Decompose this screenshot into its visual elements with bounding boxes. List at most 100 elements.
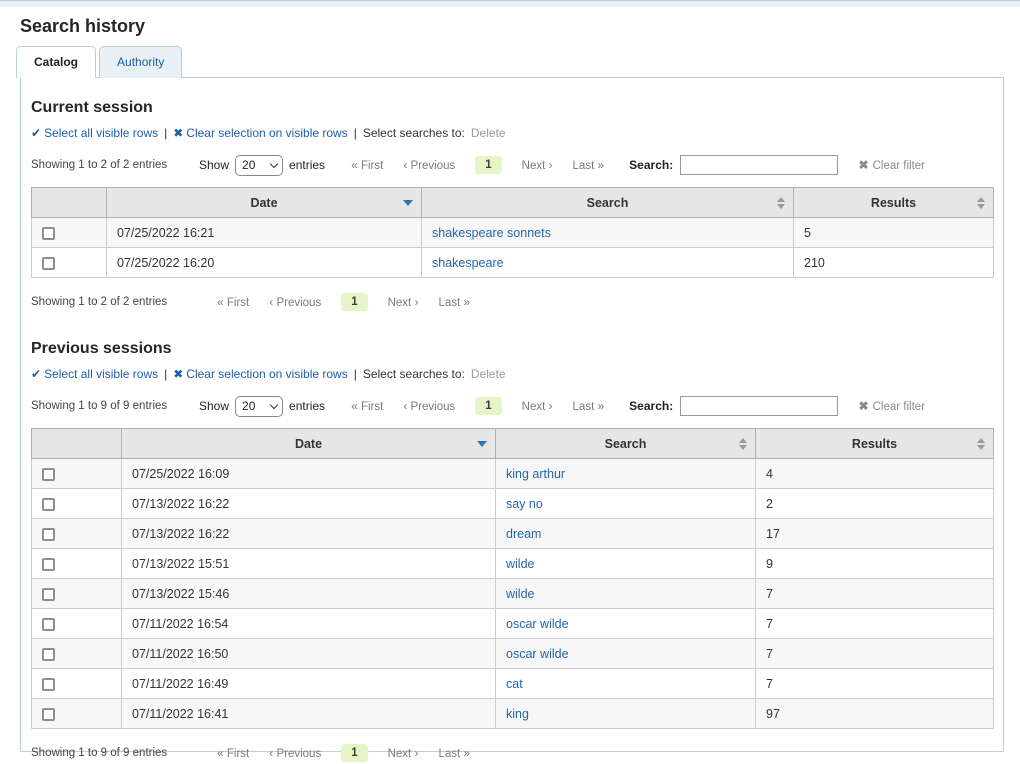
last-chevron-icon: » (597, 158, 604, 172)
row-checkbox-cell (32, 519, 122, 549)
row-date: 07/11/2022 16:54 (122, 609, 496, 639)
search-column-header[interactable]: Search (496, 429, 756, 459)
row-search-link[interactable]: wilde (506, 557, 535, 571)
pagination-next[interactable]: Next › (522, 158, 553, 172)
row-date: 07/13/2022 15:51 (122, 549, 496, 579)
row-search-link[interactable]: say no (506, 497, 543, 511)
row-search-link[interactable]: cat (506, 677, 523, 691)
pagination-page-1[interactable]: 1 (341, 744, 367, 762)
entries-info: Showing 1 to 2 of 2 entries (31, 296, 181, 308)
pagination-page-1[interactable]: 1 (341, 293, 367, 311)
pagination-previous[interactable]: ‹ Previous (403, 399, 455, 413)
row-date: 07/13/2022 15:46 (122, 579, 496, 609)
clear-selection-link[interactable]: ✖Clear selection on visible rows (173, 367, 347, 381)
last-label: Last (573, 401, 595, 413)
pagination-previous[interactable]: ‹ Previous (403, 158, 455, 172)
results-column-header[interactable]: Results (794, 188, 994, 218)
pagination-last[interactable]: Last » (438, 746, 470, 760)
row-search-link[interactable]: king (506, 707, 529, 721)
delete-button[interactable]: Delete (471, 126, 506, 140)
row-checkbox-cell (32, 609, 122, 639)
row-search-link[interactable]: wilde (506, 587, 535, 601)
page-size-select[interactable]: 20 (235, 396, 283, 417)
first-label: First (361, 401, 383, 413)
pagination-page-1[interactable]: 1 (475, 156, 501, 174)
clear-filter-button[interactable]: ✖Clear filter (859, 158, 925, 172)
pagination-next[interactable]: Next › (388, 295, 419, 309)
delete-button[interactable]: Delete (471, 367, 506, 381)
next-label: Next (388, 748, 412, 760)
bulk-actions: ✔Select all visible rows | ✖Clear select… (31, 367, 991, 381)
row-date: 07/25/2022 16:20 (107, 248, 422, 278)
pagination-page-1[interactable]: 1 (475, 397, 501, 415)
row-search-link[interactable]: shakespeare sonnets (432, 226, 551, 240)
clear-selection-link[interactable]: ✖Clear selection on visible rows (173, 126, 347, 140)
first-label: First (361, 160, 383, 172)
row-search-link[interactable]: oscar wilde (506, 617, 569, 631)
select-all-label: Select all visible rows (44, 126, 158, 140)
select-all-link[interactable]: ✔Select all visible rows (31, 126, 158, 140)
pagination-last[interactable]: Last » (438, 295, 470, 309)
tab-authority[interactable]: Authority (99, 46, 182, 78)
row-checkbox[interactable] (42, 648, 55, 661)
date-column-header[interactable]: Date (107, 188, 422, 218)
pagination-previous[interactable]: ‹ Previous (269, 295, 321, 309)
pagination-first[interactable]: « First (351, 158, 383, 172)
clear-filter-button[interactable]: ✖Clear filter (859, 399, 925, 413)
row-checkbox[interactable] (42, 678, 55, 691)
pagination-last[interactable]: Last » (573, 399, 605, 413)
last-chevron-icon: » (597, 399, 604, 413)
table-row: 07/25/2022 16:09 king arthur 4 (32, 459, 994, 489)
row-search-link[interactable]: shakespeare (432, 256, 504, 270)
select-all-link[interactable]: ✔Select all visible rows (31, 367, 158, 381)
row-search-link[interactable]: dream (506, 527, 541, 541)
first-chevron-icon: « (351, 399, 358, 413)
row-checkbox[interactable] (42, 618, 55, 631)
row-checkbox[interactable] (42, 257, 55, 270)
last-chevron-icon: » (463, 295, 470, 309)
row-checkbox-cell (32, 489, 122, 519)
first-label: First (227, 297, 249, 309)
results-column-header[interactable]: Results (756, 429, 994, 459)
clear-selection-label: Clear selection on visible rows (186, 367, 347, 381)
search-input[interactable] (680, 396, 838, 416)
pagination-first[interactable]: « First (351, 399, 383, 413)
row-checkbox[interactable] (42, 588, 55, 601)
row-search-cell: dream (496, 519, 756, 549)
date-column-header[interactable]: Date (122, 429, 496, 459)
last-label: Last (438, 297, 460, 309)
separator: | (354, 126, 357, 140)
current-session-table: Date Search Results 07/25/2022 16:21shak… (31, 187, 994, 278)
separator: | (164, 367, 167, 381)
row-date: 07/11/2022 16:41 (122, 699, 496, 729)
row-checkbox[interactable] (42, 708, 55, 721)
tab-catalog[interactable]: Catalog (16, 46, 96, 78)
row-checkbox-cell (32, 579, 122, 609)
search-column-header[interactable]: Search (422, 188, 794, 218)
page-size-select[interactable]: 20 (235, 155, 283, 176)
entries-info: Showing 1 to 2 of 2 entries (31, 159, 181, 171)
pagination-first[interactable]: « First (217, 746, 249, 760)
pagination-previous[interactable]: ‹ Previous (269, 746, 321, 760)
page-size-select-wrap: 20 (235, 155, 283, 176)
pagination-last[interactable]: Last » (573, 158, 605, 172)
row-checkbox[interactable] (42, 227, 55, 240)
sort-both-icon (777, 197, 785, 209)
row-search-link[interactable]: oscar wilde (506, 647, 569, 661)
pagination-next[interactable]: Next › (388, 746, 419, 760)
row-checkbox[interactable] (42, 528, 55, 541)
row-results: 4 (756, 459, 994, 489)
search-input[interactable] (680, 155, 838, 175)
pagination-first[interactable]: « First (217, 295, 249, 309)
clear-filter-label: Clear filter (873, 401, 925, 413)
row-date: 07/25/2022 16:09 (122, 459, 496, 489)
row-checkbox[interactable] (42, 498, 55, 511)
sort-desc-icon (477, 441, 487, 447)
pagination-next[interactable]: Next › (522, 399, 553, 413)
table-controls: Showing 1 to 9 of 9 entries Show 20 entr… (31, 394, 991, 418)
content-panel: Current session ✔Select all visible rows… (20, 77, 1004, 752)
row-checkbox[interactable] (42, 468, 55, 481)
separator: | (164, 126, 167, 140)
row-search-link[interactable]: king arthur (506, 467, 565, 481)
row-checkbox[interactable] (42, 558, 55, 571)
